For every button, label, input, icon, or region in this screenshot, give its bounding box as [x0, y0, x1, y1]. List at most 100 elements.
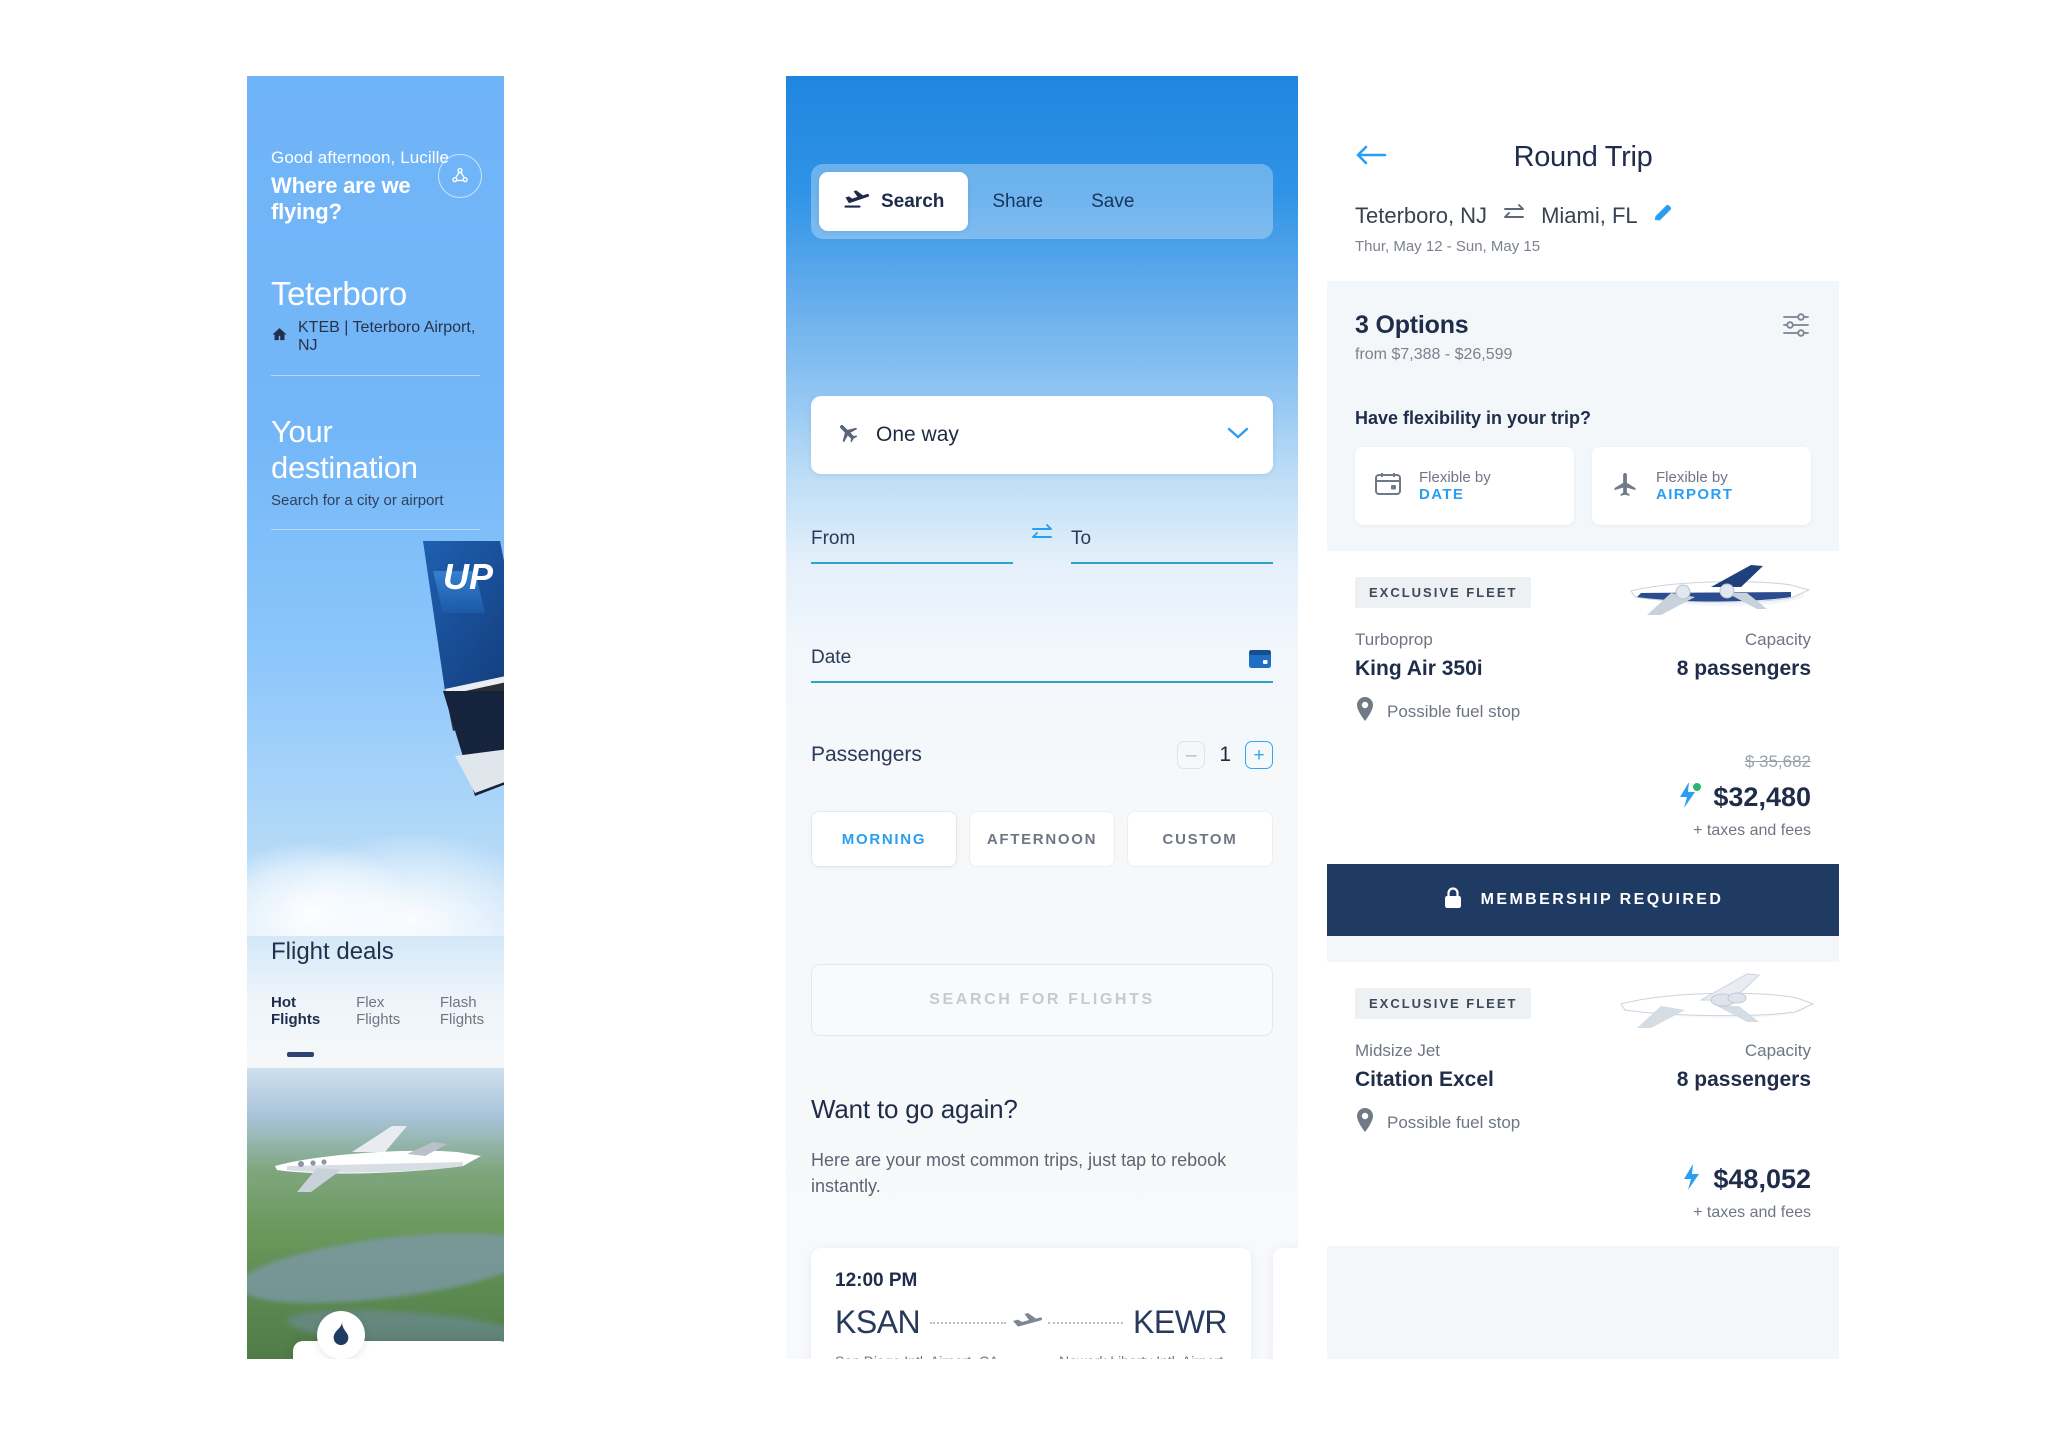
svg-text:UP: UP: [443, 556, 494, 597]
flexibility-cards: Flexible by DATE Flexible by AIRPORT: [1355, 447, 1811, 525]
trip-time: 12:00 PM: [835, 1270, 918, 1291]
divider-2: [271, 529, 480, 530]
tab-share[interactable]: Share: [968, 172, 1067, 231]
flexible-by-date-line2: DATE: [1419, 486, 1465, 503]
date-field[interactable]: Date: [811, 646, 1273, 683]
aircraft-class-label: Midsize Jet: [1355, 1041, 1441, 1060]
time-of-day-custom[interactable]: CUSTOM: [1127, 811, 1273, 867]
from-underline: [811, 562, 1013, 564]
chevron-down-icon[interactable]: [1227, 426, 1249, 445]
trip-card[interactable]: 12:00 PM KSAN KEWR San: [811, 1248, 1251, 1359]
tab-hot-flights[interactable]: Hot Flights: [271, 994, 330, 1057]
from-field[interactable]: From: [811, 528, 1013, 564]
trip-time: 12:00 PM: [1297, 1270, 1298, 1292]
fleet-badge: EXCLUSIVE FLEET: [1355, 988, 1532, 1019]
panel-search: Search Share Save One way From To Date P…: [786, 76, 1298, 1359]
time-of-day-morning[interactable]: MORNING: [811, 811, 957, 867]
membership-required-button[interactable]: MEMBERSHIP REQUIRED: [1327, 864, 1839, 936]
trip-dates: Thur, May 12 - Sun, May 15: [1355, 238, 1541, 255]
want-to-go-again-title: Want to go again?: [811, 1094, 1018, 1124]
flight-option-card[interactable]: EXCLUSIVE FLEET Turboprop King Air 350i …: [1327, 551, 1839, 936]
price-current: $48,052: [1713, 1164, 1811, 1194]
price-block: $48,052 + taxes and fees: [1355, 1163, 1811, 1222]
trip-route-line: [920, 1310, 1133, 1335]
options-count: 3 Options: [1355, 311, 1469, 339]
passengers-label: Passengers: [811, 743, 922, 766]
destination-title[interactable]: Your destination: [271, 414, 480, 486]
flexible-by-date-line1: Flexible by: [1419, 469, 1491, 486]
tail-artwork: UP: [247, 516, 504, 936]
home-header: Good afternoon, Lucille Where are we fly…: [247, 76, 504, 530]
deal-photo: [247, 1068, 504, 1359]
map-pin-icon: [1355, 1108, 1375, 1137]
pencil-edit-icon[interactable]: [1652, 202, 1674, 229]
fuel-stop-note: Possible fuel stop: [1355, 1108, 1811, 1137]
calendar-icon[interactable]: [1247, 646, 1273, 681]
recent-trips-carousel[interactable]: 12:00 PM KSAN KEWR San: [811, 1248, 1298, 1359]
options-section: 3 Options from $7,388 - $26,599 Have fle…: [1327, 281, 1839, 525]
fuel-stop-text: Possible fuel stop: [1387, 701, 1521, 721]
flexible-by-airport-card[interactable]: Flexible by AIRPORT: [1592, 447, 1811, 525]
trip-from-code: KSAN: [1297, 1304, 1298, 1341]
date-label: Date: [811, 647, 852, 668]
price-taxes-note: + taxes and fees: [1693, 1204, 1811, 1221]
panel-results: Round Trip Teterboro, NJ Miami, FL Thur,…: [1327, 76, 1839, 1359]
tab-flex-flights[interactable]: Flex Flights: [356, 994, 414, 1040]
trip-from-code: KSAN: [835, 1304, 921, 1340]
time-of-day-group: MORNING AFTERNOON CUSTOM: [811, 811, 1273, 867]
trip-type-select[interactable]: One way: [811, 396, 1273, 474]
calendar-icon: [1373, 470, 1403, 503]
passengers-decrement-button[interactable]: –: [1177, 741, 1206, 769]
results-header: Round Trip Teterboro, NJ Miami, FL Thur,…: [1327, 76, 1839, 281]
want-to-go-again-subtitle: Here are your most common trips, just ta…: [811, 1150, 1227, 1196]
flight-deals-title: Flight deals: [271, 938, 394, 965]
trip-type-value: One way: [876, 423, 959, 446]
time-of-day-afternoon[interactable]: AFTERNOON: [969, 811, 1115, 867]
swap-arrows-icon[interactable]: [1029, 521, 1055, 564]
tab-search-label: Search: [881, 190, 945, 212]
divider-1: [271, 375, 480, 376]
capacity-value: 8 passengers: [1676, 1068, 1811, 1091]
passengers-increment-button[interactable]: +: [1245, 741, 1273, 769]
options-price-range: from $7,388 - $26,599: [1355, 346, 1513, 363]
trip-from-name: San Diego Intl. Airport, CA: [835, 1351, 1007, 1359]
tab-flash-flights[interactable]: Flash Flights: [440, 994, 504, 1040]
origin-airport-row[interactable]: KTEB | Teterboro Airport, NJ: [271, 319, 480, 355]
capacity-value: 8 passengers: [1676, 657, 1811, 680]
filter-sliders-icon[interactable]: [1781, 311, 1811, 344]
flexible-by-airport-line1: Flexible by: [1656, 469, 1728, 486]
route-origin: Teterboro, NJ: [1355, 202, 1488, 228]
lightning-bolt-icon: [1677, 781, 1703, 814]
flight-option-card[interactable]: EXCLUSIVE FLEET Midsize Jet Citation Exc…: [1327, 962, 1839, 1246]
swap-arrows-icon[interactable]: [1501, 202, 1527, 229]
from-label: From: [811, 528, 856, 549]
trip-to-name: Newark Liberty Intl. Airport, NJ: [1039, 1351, 1227, 1359]
trip-card[interactable]: 12:00 PM KSAN KEWR San Diego Intl. Airpo…: [1273, 1248, 1298, 1359]
trip-airport-names: San Diego Intl. Airport, CA Newark Liber…: [1297, 1351, 1298, 1359]
price-taxes-note: + taxes and fees: [1693, 822, 1811, 839]
trip-codes: KSAN KEWR: [835, 1304, 1228, 1341]
flight-deals-tabs: Hot Flights Flex Flights Flash Flights: [271, 994, 504, 1057]
map-pin-icon: [1355, 697, 1375, 726]
trip-airport-names: San Diego Intl. Airport, CA Newark Liber…: [835, 1351, 1227, 1359]
takeoff-plane-icon: [843, 188, 869, 216]
quantity-stepper: – 1 +: [1177, 741, 1273, 769]
origin-city[interactable]: Teterboro: [271, 275, 480, 313]
tab-search[interactable]: Search: [819, 172, 969, 231]
price-original: $ 35,682: [1744, 752, 1811, 771]
lightning-bolt-icon: [1681, 1163, 1703, 1196]
to-field[interactable]: To: [1071, 528, 1273, 564]
lock-icon: [1443, 886, 1463, 915]
airplane-icon: [1012, 1310, 1042, 1335]
deal-card[interactable]: Friday, Sep 18th: [293, 1311, 504, 1359]
passengers-row: Passengers – 1 +: [811, 741, 1273, 769]
home-icon: [271, 326, 288, 348]
flexibility-question: Have flexibility in your trip?: [1355, 408, 1592, 428]
globe-network-icon[interactable]: [438, 154, 482, 198]
search-for-flights-button[interactable]: SEARCH FOR FLIGHTS: [811, 964, 1273, 1036]
flexible-by-date-card[interactable]: Flexible by DATE: [1355, 447, 1574, 525]
fuel-stop-note: Possible fuel stop: [1355, 697, 1811, 726]
trip-to-code: KEWR: [1133, 1304, 1228, 1340]
search-tabs: Search Share Save: [811, 164, 1273, 239]
tab-save[interactable]: Save: [1067, 172, 1158, 231]
